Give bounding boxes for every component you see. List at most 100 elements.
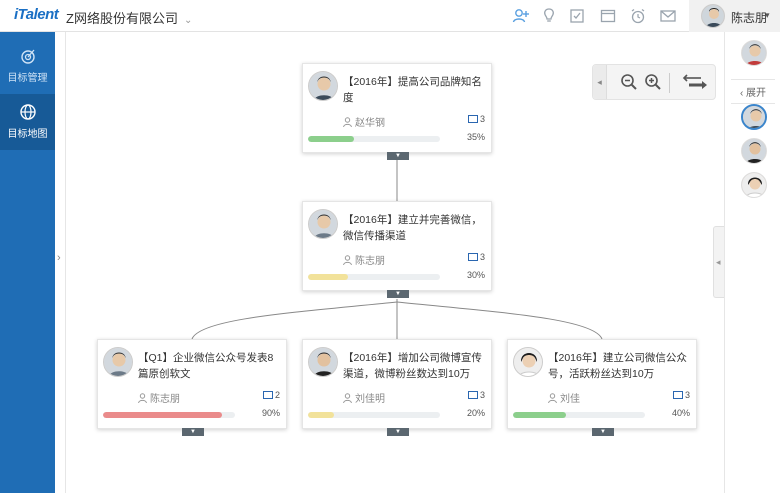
kr-count-value: 3: [479, 390, 485, 400]
person-icon: [343, 117, 352, 127]
progress-percent: 20%: [466, 408, 485, 418]
goal-card[interactable]: 【2016年】建立公司微信公众号，活跃粉丝达到10万 刘佳 3 40% ▼: [507, 339, 697, 436]
calendar-icon[interactable]: [599, 7, 617, 25]
collapse-children-tab[interactable]: ▼: [387, 290, 409, 298]
switch-direction-icon[interactable]: [681, 72, 709, 92]
avatar[interactable]: [741, 40, 767, 66]
avatar: [103, 347, 133, 377]
person-icon: [343, 255, 352, 265]
owner-name: 陈志朋: [355, 256, 385, 267]
caret-down-icon: ▾: [765, 10, 770, 20]
goal-card[interactable]: 【Q1】企业微信公众号发表8篇原创软文 陈志朋 2 90% ▼: [97, 339, 287, 436]
person-icon: [548, 393, 557, 403]
sidebar-item-label: 目标管理: [7, 73, 48, 84]
zoom-out-icon[interactable]: [619, 72, 639, 92]
goal-card[interactable]: 【2016年】提高公司品牌知名度 赵华钢 3 35% ▼: [302, 63, 492, 160]
goal-title: 【2016年】建立并完善微信，微信传播渠道: [343, 214, 482, 242]
chevron-left-icon: ◂: [716, 257, 721, 267]
toolbar-collapse-button[interactable]: ◂: [593, 65, 607, 99]
avatar: [308, 209, 338, 239]
sidebar-item-label: 目标地图: [7, 129, 48, 140]
goal-owner: 刘佳明: [343, 390, 385, 405]
person-icon: [138, 393, 147, 403]
company-switcher[interactable]: Z网络股份有限公司 ⌄: [66, 8, 192, 27]
owner-name: 赵华钢: [355, 118, 385, 129]
expand-label: 展开: [746, 88, 767, 99]
company-name: Z网络股份有限公司: [66, 11, 178, 26]
user-avatar: [701, 4, 725, 28]
goal-title: 【2016年】提高公司品牌知名度: [343, 76, 482, 104]
owner-name: 刘佳明: [355, 394, 385, 405]
user-menu[interactable]: 陈志朋 ▾: [689, 0, 780, 32]
progress-bar: [308, 274, 440, 280]
kr-count-value: 3: [479, 114, 485, 124]
goal-owner: 刘佳: [548, 390, 580, 405]
left-sidebar: 目标管理 目标地图: [0, 32, 55, 493]
goal-card[interactable]: 【2016年】建立并完善微信，微信传播渠道 陈志朋 3 30% ▼: [302, 201, 492, 298]
owner-name: 刘佳: [560, 394, 580, 405]
progress-bar: [308, 412, 440, 418]
goal-owner: 赵华钢: [343, 114, 385, 129]
kr-count-value: 3: [479, 252, 485, 262]
key-result-count[interactable]: 3: [467, 390, 485, 400]
kr-count-value: 2: [274, 390, 280, 400]
goal-title: 【2016年】增加公司微博宣传渠道，微博粉丝数达到10万: [343, 352, 482, 380]
avatar: [308, 71, 338, 101]
key-results-icon: [262, 391, 273, 399]
kr-count-value: 3: [684, 390, 690, 400]
progress-bar: [308, 136, 440, 142]
top-header: iTalent Z网络股份有限公司 ⌄ 陈志朋 ▾: [0, 0, 780, 32]
key-results-icon: [467, 391, 478, 399]
add-user-icon[interactable]: [512, 7, 530, 25]
mail-icon[interactable]: [659, 7, 677, 25]
avatar[interactable]: [741, 104, 767, 130]
key-result-count[interactable]: 3: [672, 390, 690, 400]
avatar: [308, 347, 338, 377]
globe-icon: [19, 104, 36, 120]
progress-fill: [513, 412, 566, 418]
sidebar-item-goal-map[interactable]: 目标地图: [0, 94, 55, 150]
person-icon: [343, 393, 352, 403]
goal-owner: 陈志朋: [138, 390, 180, 405]
key-result-count[interactable]: 3: [467, 114, 485, 124]
goal-card[interactable]: 【2016年】增加公司微博宣传渠道，微博粉丝数达到10万 刘佳明 3 20% ▼: [302, 339, 492, 436]
owner-name: 陈志朋: [150, 394, 180, 405]
chevron-right-icon: ›: [57, 252, 61, 264]
progress-percent: 30%: [466, 270, 485, 280]
progress-fill: [103, 412, 222, 418]
sidebar-collapse-handle[interactable]: ›: [55, 32, 66, 493]
avatar[interactable]: [741, 172, 767, 198]
expand-toggle[interactable]: ‹ 展开: [731, 79, 775, 104]
app-logo[interactable]: iTalent: [14, 6, 59, 23]
task-check-icon[interactable]: [568, 7, 586, 25]
progress-bar: [103, 412, 235, 418]
key-result-count[interactable]: 3: [467, 252, 485, 262]
goal-title: 【Q1】企业微信公众号发表8篇原创软文: [138, 352, 274, 380]
progress-fill: [308, 274, 348, 280]
key-results-icon: [467, 253, 478, 261]
key-results-icon: [672, 391, 683, 399]
goal-title: 【2016年】建立公司微信公众号，活跃粉丝达到10万: [548, 352, 687, 380]
map-toolbar: ◂: [592, 64, 716, 100]
collapse-children-tab[interactable]: ▼: [592, 428, 614, 436]
toolbar-divider: [669, 73, 670, 93]
progress-percent: 35%: [466, 132, 485, 142]
collapse-children-tab[interactable]: ▼: [387, 152, 409, 160]
chevron-down-icon: ⌄: [183, 15, 193, 26]
progress-percent: 40%: [671, 408, 690, 418]
zoom-in-icon[interactable]: [643, 72, 663, 92]
collapse-children-tab[interactable]: ▼: [387, 428, 409, 436]
key-results-icon: [467, 115, 478, 123]
progress-fill: [308, 136, 355, 142]
sidebar-item-goal-management[interactable]: 目标管理: [0, 38, 55, 94]
progress-bar: [513, 412, 645, 418]
alarm-clock-icon[interactable]: [629, 7, 647, 25]
right-panel: ‹ 展开: [724, 32, 780, 493]
lightbulb-icon[interactable]: [540, 7, 558, 25]
avatar[interactable]: [741, 138, 767, 164]
key-result-count[interactable]: 2: [262, 390, 280, 400]
progress-fill: [308, 412, 335, 418]
target-icon: [20, 49, 35, 64]
progress-percent: 90%: [261, 408, 280, 418]
collapse-children-tab[interactable]: ▼: [182, 428, 204, 436]
